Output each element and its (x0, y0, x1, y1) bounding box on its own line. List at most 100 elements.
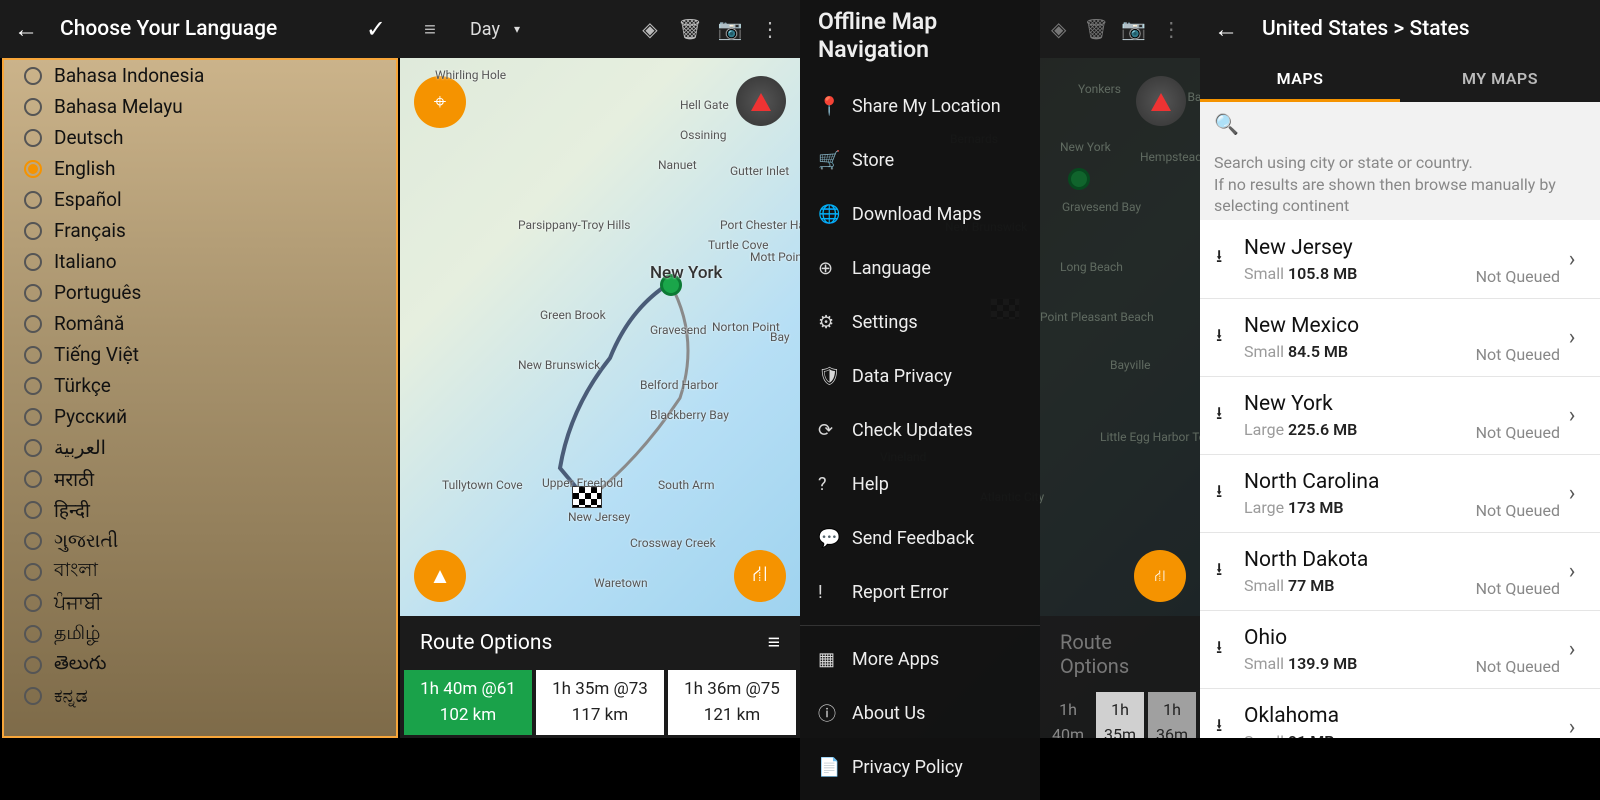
locate-fab[interactable]: ⌖ (414, 76, 466, 128)
drawer-item[interactable]: 📍Share My Location (800, 79, 1040, 133)
language-option[interactable]: Tiếng Việt (4, 339, 396, 370)
language-option[interactable]: ગુજરાતી (4, 525, 396, 556)
download-row[interactable]: ⭳North DakotaSmall 77 MBNot Queued› (1200, 532, 1600, 610)
download-list[interactable]: ⭳New JerseySmall 105.8 MBNot Queued›⭳New… (1200, 220, 1600, 738)
filter-icon[interactable]: ≡ (768, 631, 780, 655)
tab-my-maps[interactable]: MY MAPS (1400, 58, 1600, 102)
drawer-item[interactable]: ▦More Apps (800, 632, 1040, 686)
language-option[interactable]: العربية (4, 432, 396, 463)
language-option[interactable]: ಕನ್ನಡ (4, 680, 396, 711)
language-option[interactable]: Français (4, 215, 396, 246)
radio-icon (24, 129, 42, 147)
language-option[interactable]: Русский (4, 401, 396, 432)
chevron-right-icon[interactable]: › (1560, 403, 1584, 428)
download-row[interactable]: ⭳New YorkLarge 225.6 MBNot Queued› (1200, 376, 1600, 454)
drawer-item[interactable]: 💬Send Feedback (800, 511, 1040, 565)
download-row[interactable]: ⭳OklahomaSmall 91 MBNot Queued› (1200, 688, 1600, 738)
chevron-right-icon[interactable]: › (1560, 325, 1584, 350)
region-name: Oklahoma (1244, 704, 1440, 728)
language-option[interactable]: हिन्दी (4, 494, 396, 525)
route-alt-fab[interactable]: ⛙ (734, 550, 786, 602)
route-polyline (400, 58, 800, 616)
language-option[interactable]: తెలుగు (4, 649, 396, 680)
chevron-right-icon[interactable]: › (1560, 559, 1584, 584)
download-row[interactable]: ⭳North CarolinaLarge 173 MBNot Queued› (1200, 454, 1600, 532)
language-option[interactable]: தமிழ் (4, 618, 396, 649)
language-label: Русский (54, 405, 127, 428)
chevron-right-icon[interactable]: › (1560, 637, 1584, 662)
search-input[interactable]: 🔍 (1200, 102, 1600, 146)
back-icon[interactable]: ← (14, 15, 42, 44)
confirm-icon[interactable]: ✓ (366, 15, 386, 43)
language-option[interactable]: Deutsch (4, 122, 396, 153)
download-icon[interactable]: ⭳ (1216, 401, 1244, 431)
tab-maps[interactable]: MAPS (1200, 58, 1400, 102)
download-row[interactable]: ⭳New JerseySmall 105.8 MBNot Queued› (1200, 220, 1600, 298)
nav-drawer[interactable]: Offline Map Navigation 📍Share My Locatio… (800, 0, 1040, 800)
drawer-item[interactable]: 🛡Data Privacy (800, 349, 1040, 403)
language-label: Italiano (54, 250, 117, 273)
download-icon[interactable]: ⭳ (1216, 635, 1244, 665)
chevron-right-icon[interactable]: › (1560, 247, 1584, 272)
map-place-label: Green Brook (540, 308, 606, 322)
language-option[interactable]: Română (4, 308, 396, 339)
download-row[interactable]: ⭳OhioSmall 139.9 MBNot Queued› (1200, 610, 1600, 688)
drawer-item-icon: ⟳ (818, 420, 852, 441)
route-card[interactable]: 1h 35m @73117 km (536, 670, 664, 735)
menu-icon[interactable]: ≡ (410, 17, 450, 42)
drawer-item-icon: 📄 (818, 757, 852, 778)
region-name: New Jersey (1244, 236, 1440, 260)
mode-select[interactable]: Day ▾ (450, 19, 540, 40)
language-option[interactable]: ਪੰਜਾਬੀ (4, 587, 396, 618)
download-icon[interactable]: ⭳ (1216, 323, 1244, 353)
drawer-item[interactable]: ⟳Check Updates (800, 403, 1040, 457)
drawer-item[interactable]: !Report Error (800, 565, 1040, 619)
chevron-right-icon[interactable]: › (1560, 715, 1584, 738)
language-option[interactable]: English (4, 153, 396, 184)
download-icon[interactable]: ⭳ (1216, 244, 1244, 274)
route-card[interactable]: 1h 40m @61102 km (404, 670, 532, 735)
download-icon[interactable]: ⭳ (1216, 557, 1244, 587)
overflow-icon[interactable]: ⋮ (750, 17, 790, 41)
route-summary: 1h 35m @73 (536, 676, 664, 702)
language-option[interactable]: Türkçe (4, 370, 396, 401)
delete-icon[interactable]: 🗑 (670, 17, 710, 41)
language-option[interactable]: বাংলা (4, 556, 396, 587)
language-option[interactable]: Italiano (4, 246, 396, 277)
drawer-item[interactable]: 🛒Store (800, 133, 1040, 187)
camera-icon[interactable]: 📷 (710, 17, 750, 41)
map-canvas[interactable]: ⌖ ▲ ⛙ Whirling HoleHell GateOssiningNanu… (400, 58, 800, 616)
navigate-fab[interactable]: ▲ (414, 550, 466, 602)
language-option[interactable]: Português (4, 277, 396, 308)
drawer-item[interactable]: ?Help (800, 457, 1040, 511)
compass-icon[interactable] (736, 76, 786, 126)
language-option[interactable]: Español (4, 184, 396, 215)
radio-icon (24, 625, 42, 643)
drawer-item[interactable]: 🌐Download Maps (800, 187, 1040, 241)
chevron-right-icon[interactable]: › (1560, 481, 1584, 506)
map-place-label: Blackberry Bay (650, 408, 729, 422)
drawer-item[interactable]: 📄Privacy Policy (800, 740, 1040, 794)
back-icon[interactable]: ← (1214, 15, 1244, 44)
language-option[interactable]: Bahasa Melayu (4, 91, 396, 122)
drawer-item-icon: 📍 (818, 96, 852, 117)
map-place-label: Bayville (1110, 358, 1151, 372)
download-row[interactable]: ⭳New MexicoSmall 84.5 MBNot Queued› (1200, 298, 1600, 376)
route-options-title: Route Options (1040, 616, 1200, 692)
drawer-item-label: Store (852, 150, 894, 171)
download-icon[interactable]: ⭳ (1216, 713, 1244, 739)
drawer-item[interactable]: ⊕Language (800, 241, 1040, 295)
directions-icon[interactable]: ◈ (630, 17, 670, 41)
language-label: العربية (54, 436, 106, 459)
drawer-item[interactable]: ⓘAbout Us (800, 686, 1040, 740)
language-option[interactable]: मराठी (4, 463, 396, 494)
language-list[interactable]: Bahasa IndonesiaBahasa MelayuDeutschEngl… (2, 58, 398, 738)
radio-icon (24, 439, 42, 457)
drawer-item-label: Privacy Policy (852, 757, 963, 778)
download-icon[interactable]: ⭳ (1216, 479, 1244, 509)
region-name: New York (1244, 392, 1440, 416)
drawer-item[interactable]: ⚙Settings (800, 295, 1040, 349)
route-card[interactable]: 1h 36m @75121 km (668, 670, 796, 735)
drawer-item-label: Share My Location (852, 96, 1001, 117)
language-option[interactable]: Bahasa Indonesia (4, 60, 396, 91)
